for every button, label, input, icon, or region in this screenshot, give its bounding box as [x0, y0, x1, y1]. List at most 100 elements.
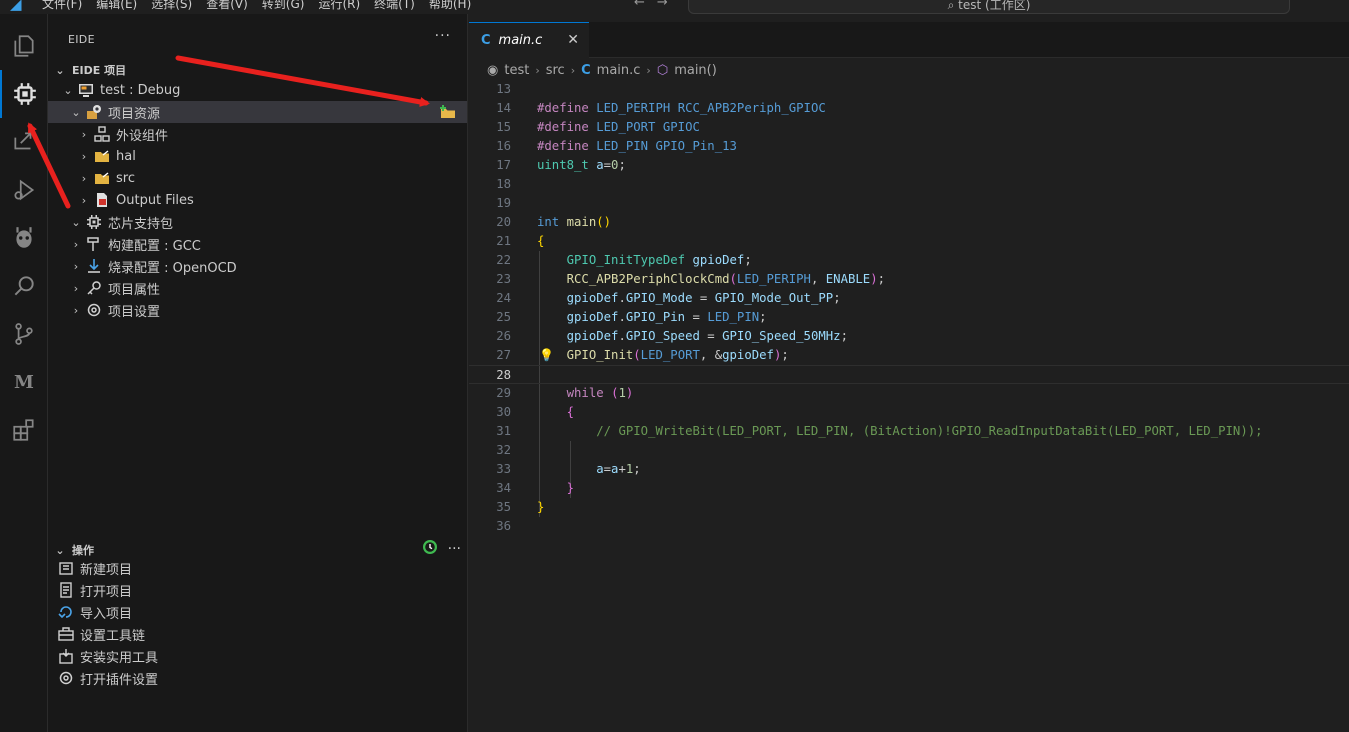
output-files-icon [94, 192, 110, 208]
op-open-plugin-settings[interactable]: 打开插件设置 [58, 667, 158, 689]
code-text: RCC_APB2PeriphClockCmd(LED_PERIPH, ENABL… [566, 272, 885, 286]
tree-item-label: Output Files [116, 192, 194, 208]
code-text: #define LED_PORT GPIOC [537, 120, 700, 134]
code-line: 25 gpioDef.GPIO_Pin = LED_PIN; [469, 308, 1349, 327]
more-actions-icon[interactable]: ··· [435, 28, 451, 44]
breadcrumb: ◉ test › src › C main.c › ⬡ main() [487, 60, 717, 80]
code-line: 27 💡 GPIO_Init(LED_PORT, &gpioDef); [469, 346, 1349, 365]
line-number: 27 [496, 348, 511, 362]
tree-item-chip-support[interactable]: ⌄ 芯片支持包 [48, 211, 467, 233]
code-line: 32 [469, 441, 1349, 460]
explorer-icon[interactable] [0, 22, 48, 70]
code-line: 33 a=a+1; [469, 460, 1349, 479]
tree-item-project-settings[interactable]: › 项目设置 [48, 299, 467, 321]
code-line: 17 uint8_t a=0; [469, 156, 1349, 175]
code-line: 13 [469, 80, 1349, 99]
ops-more-icon[interactable]: ··· [448, 541, 461, 557]
git-branch-icon[interactable] [0, 310, 48, 358]
close-icon[interactable]: ✕ [567, 32, 579, 48]
tree-item-flash-config[interactable]: › 烧录配置 : OpenOCD [48, 255, 467, 277]
chevron-down-icon: ⌄ [71, 215, 81, 229]
tree-item-peripherals[interactable]: › 外设组件 [48, 123, 467, 145]
tree-item-hal[interactable]: › hal [48, 145, 467, 167]
code-line: 22 GPIO_InitTypeDef gpioDef; [469, 251, 1349, 270]
code-line: 29 while (1) [469, 384, 1349, 403]
chevron-right-icon: › [570, 63, 576, 77]
chevron-down-icon: ⌄ [55, 63, 65, 77]
code-line: 16 #define LED_PIN GPIO_Pin_13 [469, 137, 1349, 156]
cube-icon: ⬡ [656, 62, 669, 78]
forward-arrow-icon[interactable]: → [657, 0, 668, 10]
menu-run[interactable]: 运行(R) [318, 0, 360, 12]
platformio-alien-icon[interactable] [0, 214, 48, 262]
tree-item-label: 项目资源 [108, 106, 161, 122]
line-number: 21 [496, 234, 511, 248]
op-new-project[interactable]: 新建项目 [58, 557, 132, 579]
menu-go[interactable]: 转到(G) [262, 0, 305, 12]
line-number: 22 [496, 253, 511, 267]
menu-help[interactable]: 帮助(H) [429, 0, 471, 12]
m-extension-icon[interactable]: M [0, 358, 48, 406]
import-icon [58, 604, 74, 620]
op-label: 设置工具链 [80, 628, 146, 644]
op-label: 打开插件设置 [80, 672, 159, 688]
tree-item-src[interactable]: › src [48, 167, 467, 189]
command-center-search[interactable]: ⌕ test (工作区) [688, 0, 1290, 14]
tab-main-c[interactable]: C main.c ✕ [469, 22, 589, 58]
menu-selection[interactable]: 选择(S) [151, 0, 192, 12]
tree-item-output-files[interactable]: › Output Files [48, 189, 467, 211]
eide-sidebar: EIDE ··· ⌄ EIDE 项目 ⌄ test : Debug ⌄ 项目资源… [48, 14, 468, 732]
op-install-tools[interactable]: 安装实用工具 [58, 645, 158, 667]
source-control-arrow-icon[interactable] [0, 118, 48, 166]
sidebar-title: EIDE [68, 33, 95, 46]
breadcrumb-folder[interactable]: src [546, 63, 565, 78]
back-arrow-icon[interactable]: ← [634, 0, 645, 10]
menu-terminal[interactable]: 终端(T) [374, 0, 415, 12]
search-text: test (工作区) [958, 0, 1031, 12]
line-number: 30 [496, 405, 511, 419]
menu-view[interactable]: 查看(V) [206, 0, 248, 12]
tree-item-project[interactable]: ⌄ test : Debug [48, 79, 467, 101]
key-icon [86, 280, 102, 296]
editor-area: C main.c ✕ ◉ test › src › C main.c › ⬡ m… [469, 14, 1349, 732]
line-number: 34 [496, 481, 511, 495]
code-text: GPIO_Init(LED_PORT, &gpioDef); [566, 348, 789, 362]
code-text: GPIO_InitTypeDef gpioDef; [566, 253, 752, 267]
code-line: 14 #define LED_PERIPH RCC_APB2Periph_GPIO… [469, 99, 1349, 118]
breadcrumb-symbol[interactable]: main() [674, 63, 717, 78]
line-number: 32 [496, 443, 511, 457]
extensions-icon[interactable] [0, 406, 48, 454]
line-number: 13 [496, 82, 511, 96]
line-number: 26 [496, 329, 511, 343]
new-project-icon [58, 560, 74, 576]
op-import-project[interactable]: 导入项目 [58, 601, 132, 623]
line-number: 28 [496, 368, 511, 382]
line-number: 19 [496, 196, 511, 210]
menu-file[interactable]: 文件(F) [42, 0, 82, 12]
code-line: 24 gpioDef.GPIO_Mode = GPIO_Mode_Out_PP; [469, 289, 1349, 308]
tree-item-label: 构建配置 : GCC [108, 238, 201, 254]
tree-item-project-resources[interactable]: ⌄ 项目资源 [48, 101, 467, 123]
op-open-project[interactable]: 打开项目 [58, 579, 132, 601]
tree-item-build-config[interactable]: › 构建配置 : GCC [48, 233, 467, 255]
line-number: 24 [496, 291, 511, 305]
menu-edit[interactable]: 编辑(E) [96, 0, 137, 12]
breadcrumb-file[interactable]: main.c [597, 63, 641, 78]
history-icon[interactable] [422, 539, 438, 559]
line-number: 36 [496, 519, 511, 533]
line-number: 33 [496, 462, 511, 476]
section-eide-project[interactable]: ⌄ EIDE 项目 [52, 62, 126, 78]
tab-bar: C main.c ✕ [469, 22, 1349, 58]
code-line: 36 [469, 517, 1349, 536]
eide-chip-icon[interactable] [0, 70, 48, 118]
section-operations[interactable]: ⌄ 操作 [52, 542, 94, 558]
op-label: 导入项目 [80, 606, 133, 622]
add-source-folder-icon[interactable] [440, 104, 456, 120]
op-setup-toolchain[interactable]: 设置工具链 [58, 623, 145, 645]
run-debug-icon[interactable] [0, 166, 48, 214]
code-line: 15 #define LED_PORT GPIOC [469, 118, 1349, 137]
search-view-icon[interactable] [0, 262, 48, 310]
tree-item-project-properties[interactable]: › 项目属性 [48, 277, 467, 299]
chevron-right-icon: › [535, 63, 540, 77]
breadcrumb-folder[interactable]: test [504, 63, 529, 78]
